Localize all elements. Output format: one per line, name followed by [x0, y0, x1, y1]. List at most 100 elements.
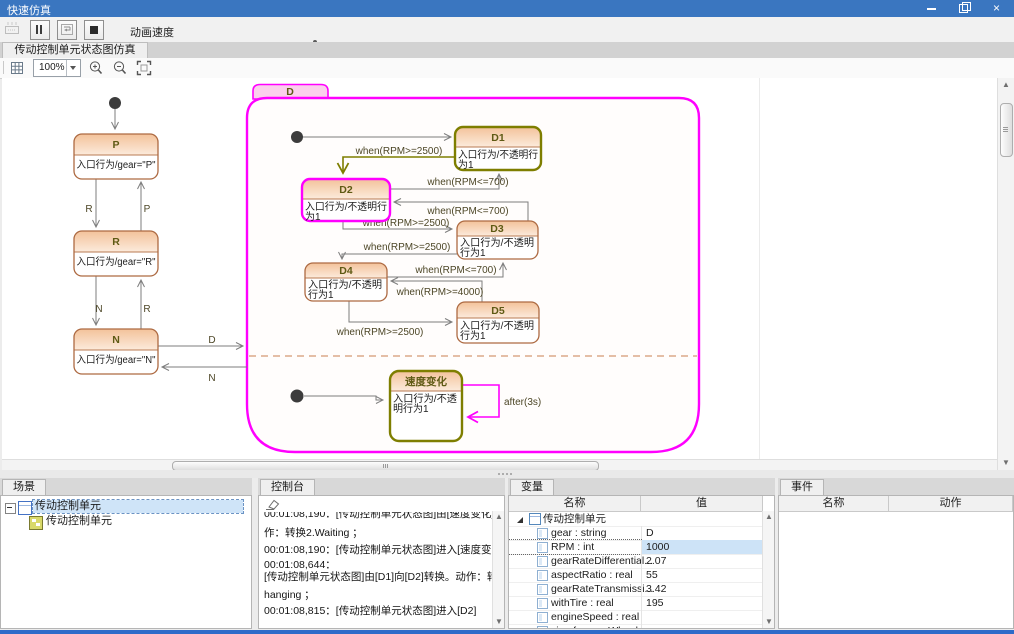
svg-text:N: N: [208, 373, 215, 384]
chevron-down-icon[interactable]: [66, 60, 80, 76]
svg-text:D: D: [208, 335, 215, 346]
scene-tree[interactable]: 传动控制单元 传动控制单元: [0, 495, 252, 629]
events-tab-strip: 事件: [778, 478, 1014, 495]
pause-button[interactable]: [30, 20, 50, 40]
zoom-level-combobox[interactable]: 100%: [33, 59, 81, 77]
scene-root-node[interactable]: 传动控制单元: [33, 500, 243, 513]
tab-scene[interactable]: 场景: [2, 479, 46, 495]
variable-row[interactable]: aspectRatio : real 55: [509, 568, 762, 583]
step-button[interactable]: [57, 20, 77, 40]
svg-text:R: R: [112, 236, 120, 248]
stop-button[interactable]: [84, 20, 104, 40]
variables-table[interactable]: 名称 值 传动控制单元 gear : string D RPM : int 10…: [508, 495, 775, 629]
statechart-diagram: D R P N R D N when(RPM>=2500) when(RPM<: [2, 78, 997, 459]
scroll-up-icon[interactable]: ▲: [1002, 81, 1010, 89]
state-speed-change[interactable]: 速度变化 入口行为/不透 明行为1: [390, 371, 462, 441]
svg-text:D3: D3: [490, 223, 504, 235]
window-title: 快速仿真: [7, 2, 51, 18]
state-d2[interactable]: D2 入口行为/不透明行 为1: [302, 179, 390, 223]
svg-text:after(3s): after(3s): [504, 397, 541, 408]
zoom-out-icon: [112, 60, 128, 76]
variables-scrollbar[interactable]: ▲ ▼: [762, 511, 774, 628]
tree-expand-icon[interactable]: [517, 517, 523, 523]
statechart-diagram-icon: [29, 516, 43, 530]
column-header-name[interactable]: 名称: [509, 496, 641, 512]
canvas-vertical-scrollbar[interactable]: ▲ ▼: [997, 78, 1014, 470]
console-body[interactable]: 00:01:08,190：[传动控制单元状态图]由[速度变化]向[速度变化]转换…: [258, 495, 505, 629]
initial-node-main[interactable]: [109, 97, 121, 109]
tab-events[interactable]: 事件: [780, 479, 824, 495]
state-d4[interactable]: D4 入口行为/不透明 行为1: [305, 263, 387, 301]
svg-text:when(RPM<=700): when(RPM<=700): [426, 177, 508, 188]
svg-text:N: N: [95, 304, 102, 315]
tab-console[interactable]: 控制台: [260, 479, 315, 495]
block-icon: [529, 513, 541, 525]
vertical-scroll-thumb[interactable]: [1000, 103, 1013, 157]
scene-panel: 场景 传动控制单元 传动控制单元: [0, 478, 252, 629]
scroll-down-icon[interactable]: ▼: [495, 618, 503, 626]
variable-row[interactable]: gearRateDifferential... 2.07: [509, 554, 762, 569]
simulation-toolbar: 动画速度: [0, 17, 1014, 43]
svg-text:D2: D2: [339, 184, 353, 196]
svg-text:P: P: [112, 139, 119, 151]
svg-text:when(RPM<=700): when(RPM<=700): [414, 265, 496, 276]
close-button[interactable]: ×: [984, 0, 1014, 17]
svg-text:行为1: 行为1: [460, 246, 486, 259]
diagram-canvas[interactable]: D R P N R D N when(RPM>=2500) when(RPM<: [2, 78, 997, 459]
state-n[interactable]: N 入口行为/gear="N": [74, 329, 158, 374]
svg-text:D5: D5: [491, 305, 505, 317]
console-scrollbar[interactable]: ▲ ▼: [492, 511, 504, 628]
console-panel: 控制台 00:01:08,190：[传动控制单元状态图]由[速度变化]向[速度变…: [258, 478, 505, 629]
block-icon: [18, 501, 32, 515]
scroll-down-icon[interactable]: ▼: [1002, 459, 1010, 467]
variable-row[interactable]: withTire : real 195: [509, 596, 762, 611]
toolbar-separator: [3, 61, 4, 74]
run-button[interactable]: [4, 21, 22, 37]
animation-speed-label: 动画速度: [130, 24, 174, 40]
svg-text:when(RPM>=4000): when(RPM>=4000): [396, 287, 484, 298]
pause-icon: [36, 25, 38, 34]
column-header-name[interactable]: 名称: [779, 496, 889, 512]
variable-row[interactable]: gear : string D: [509, 526, 762, 541]
fit-to-window-icon: [136, 60, 152, 76]
tree-collapse-icon[interactable]: [5, 503, 16, 514]
close-icon: ×: [993, 0, 1000, 17]
state-d1[interactable]: D1 入口行为/不透明行 为1: [455, 127, 541, 171]
svg-text:when(RPM>=2500): when(RPM>=2500): [336, 327, 424, 338]
variable-row[interactable]: gearRateTransmissi... 3.42: [509, 582, 762, 597]
state-d3[interactable]: D3 入口行为/不透明 行为1: [457, 221, 538, 259]
tab-statechart-simulation[interactable]: 传动控制单元状态图仿真: [2, 42, 148, 58]
variables-tab-strip: 变量: [508, 478, 775, 495]
state-r[interactable]: R 入口行为/gear="R": [74, 231, 158, 276]
console-line: hanging ；: [264, 587, 315, 602]
variables-root-row[interactable]: 传动控制单元: [509, 512, 762, 527]
state-d5[interactable]: D5 入口行为/不透明 行为1: [457, 302, 539, 343]
scene-child-node[interactable]: 传动控制单元: [44, 515, 114, 528]
grid-icon: [10, 61, 24, 75]
console-line: 作：转换2.Waiting ；: [264, 525, 363, 540]
column-header-value[interactable]: 值: [641, 496, 763, 512]
scroll-down-icon[interactable]: ▼: [765, 618, 773, 626]
state-p[interactable]: P 入口行为/gear="P": [74, 134, 158, 179]
variable-row[interactable]: engineSpeed : real: [509, 610, 762, 625]
variable-row[interactable]: circuferenceWheel :...: [509, 624, 762, 629]
events-table[interactable]: 名称 动作: [778, 495, 1014, 629]
minimize-button[interactable]: [914, 0, 944, 17]
column-header-action[interactable]: 动作: [889, 496, 1013, 512]
scroll-up-icon[interactable]: ▲: [495, 513, 503, 521]
title-bar: 快速仿真 ×: [0, 0, 1014, 17]
svg-text:P: P: [144, 204, 151, 215]
horizontal-splitter[interactable]: [0, 470, 1014, 478]
initial-node-region2[interactable]: [291, 390, 304, 403]
minimize-icon: [927, 8, 936, 10]
svg-text:入口行为/gear="R": 入口行为/gear="R": [77, 255, 156, 268]
tab-variables[interactable]: 变量: [510, 479, 554, 495]
restore-button[interactable]: [948, 0, 978, 17]
zoom-in-icon: [88, 60, 104, 76]
clear-console-icon[interactable]: [265, 498, 280, 511]
initial-node-region1[interactable]: [291, 131, 303, 143]
svg-text:明行为1: 明行为1: [393, 402, 429, 415]
scroll-up-icon[interactable]: ▲: [765, 513, 773, 521]
svg-text:when(RPM<=700): when(RPM<=700): [426, 206, 508, 217]
variable-row-selected[interactable]: RPM : int 1000: [509, 540, 762, 555]
